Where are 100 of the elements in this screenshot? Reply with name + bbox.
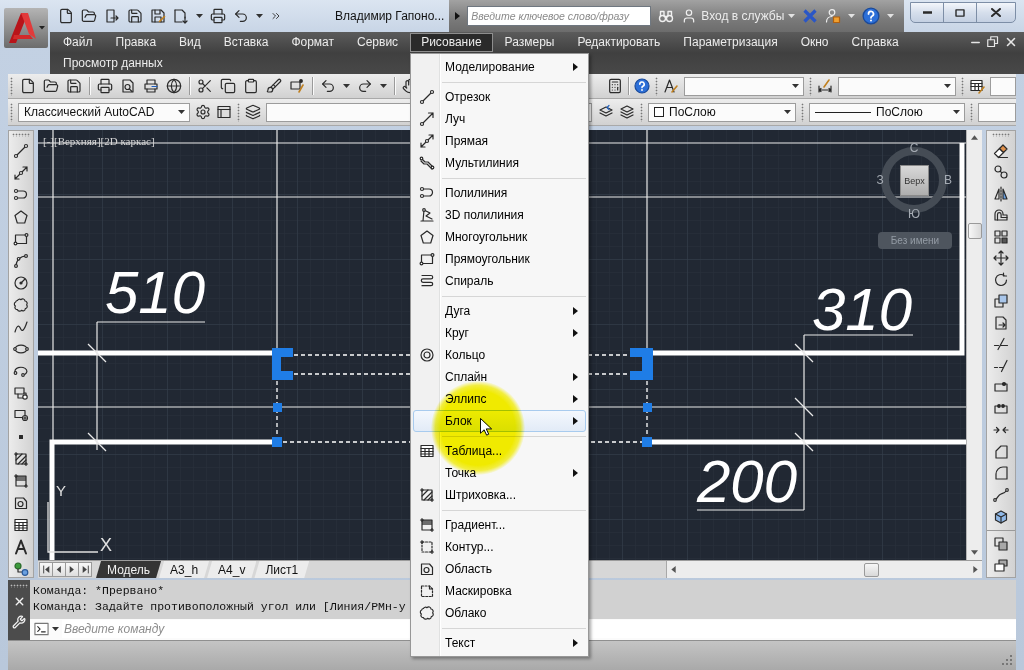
toolbar-grip[interactable] [801,102,804,122]
logo-icon[interactable] [4,8,48,48]
caret-icon[interactable] [792,84,799,88]
menu-bar-item[interactable]: Формат [280,32,346,52]
menu-item[interactable]: 3D полилиния [413,204,586,226]
toolbar-grip[interactable] [10,102,13,122]
menu-item[interactable]: Круг [413,322,586,344]
workspace-dropdown[interactable]: Классический AutoCAD [18,102,190,122]
scrollbar-thumb[interactable] [967,223,982,239]
redo-icon[interactable] [357,78,373,94]
linetype-dropdown[interactable]: ПоСлою [809,102,965,122]
grip-icon[interactable] [273,403,282,412]
caret-icon[interactable] [178,110,185,114]
toolbar-grip[interactable] [12,133,30,137]
copy-icon[interactable] [220,78,236,94]
layout-tab[interactable]: Лист1 [254,561,310,578]
menu-bar-item[interactable]: Вставка [212,32,280,52]
menu-item[interactable]: Сплайн [413,366,586,388]
menu-item[interactable]: Мультилиния [413,152,586,174]
caret-icon[interactable] [784,110,791,114]
mirror-icon[interactable] [993,185,1009,202]
scroll-up-icon[interactable] [971,135,978,140]
save-as-icon[interactable] [150,8,166,24]
grip-icon[interactable] [272,348,293,380]
menu-item[interactable]: Маскировка [413,580,586,602]
minimize-button[interactable] [910,2,945,23]
horizontal-scrollbar[interactable] [666,561,982,578]
menu-item[interactable]: Прямая [413,130,586,152]
command-line-handle[interactable] [8,580,30,640]
close-icon[interactable] [991,8,1002,17]
paste-icon[interactable] [243,78,259,94]
eraser-icon[interactable] [993,142,1009,159]
region-icon[interactable] [13,495,29,511]
menu-bar-item[interactable]: Окно [789,32,840,52]
text-icon[interactable] [13,539,29,555]
hatch-icon[interactable] [13,451,29,467]
table-style-dropdown[interactable] [990,76,1016,96]
menu-item[interactable]: Кольцо [413,344,586,366]
scale-icon[interactable] [993,293,1009,309]
view-cube-face[interactable]: Верх [900,165,929,196]
arc-icon[interactable] [13,253,29,269]
help-icon[interactable] [862,7,881,25]
toolbar-grip[interactable] [10,584,28,588]
cut-icon[interactable] [197,78,213,94]
toolbar-grip[interactable] [961,76,964,96]
maximize-button[interactable] [943,2,978,23]
menu-item[interactable]: Дуга [413,300,586,322]
open-folder-icon[interactable] [43,78,59,94]
calculator-icon[interactable] [607,78,623,94]
printer-icon[interactable] [210,8,226,24]
polyline-icon[interactable] [13,187,29,203]
printer-icon[interactable] [143,78,159,94]
printer-icon[interactable] [97,78,113,94]
menu-item[interactable]: Прямоугольник [413,248,586,270]
chamfer-icon[interactable] [993,443,1009,460]
minimize-icon[interactable] [922,11,932,14]
maximize-icon[interactable] [955,8,966,17]
scroll-down-icon[interactable] [971,550,978,555]
compass-letter[interactable]: З [876,174,884,186]
caret-icon[interactable] [380,84,387,88]
extend-icon[interactable] [993,357,1009,374]
circle-icon[interactable] [13,275,29,291]
menu-bar-item[interactable]: Параметризация [672,32,789,52]
compass-letter[interactable]: С [909,142,919,154]
line-icon[interactable] [13,143,29,159]
wrench-icon[interactable] [12,615,26,629]
menu-item[interactable]: Эллипс [413,388,586,410]
color-dropdown[interactable]: ПоСлою [648,102,796,122]
close-icon[interactable] [1004,35,1018,49]
layers-icon[interactable] [245,104,261,120]
resize-grip-icon[interactable] [1002,655,1012,665]
cloud-icon[interactable] [13,297,29,313]
arrow-icon[interactable] [455,12,461,20]
compass-letter[interactable]: Ю [907,208,921,220]
menu-item[interactable]: Текст [413,632,586,654]
menu-item[interactable]: Полилиния [413,182,586,204]
menu-bar-item[interactable]: Рисование [410,32,493,52]
toolbar-grip[interactable] [237,102,240,122]
draw-order-icon[interactable] [993,536,1009,552]
menu-item[interactable]: Облако [413,602,586,624]
grip-icon[interactable] [630,348,653,380]
search-field[interactable]: Введите ключевое слово/фразу [467,6,652,26]
window-layout-icon[interactable] [216,104,232,120]
trim-icon[interactable] [993,336,1009,352]
menu-bar-item[interactable]: Сервис [346,32,410,52]
menu-item[interactable]: Отрезок [413,86,586,108]
text-style-icon[interactable] [663,78,679,94]
brush-icon[interactable] [266,78,282,94]
array-icon[interactable] [993,228,1009,245]
menu-bar-item[interactable]: Размеры [493,32,566,52]
layout-tab[interactable]: A4_v [207,561,257,578]
caret-icon[interactable] [256,14,263,18]
block-icon[interactable] [13,407,29,423]
restore-icon[interactable] [987,36,999,48]
move-icon[interactable] [993,250,1009,266]
polygon-icon[interactable] [13,209,29,225]
close-button[interactable] [976,2,1017,23]
menu-item[interactable]: Луч [413,108,586,130]
layers-icon[interactable] [619,104,635,120]
toolbar-grip[interactable] [10,76,13,96]
